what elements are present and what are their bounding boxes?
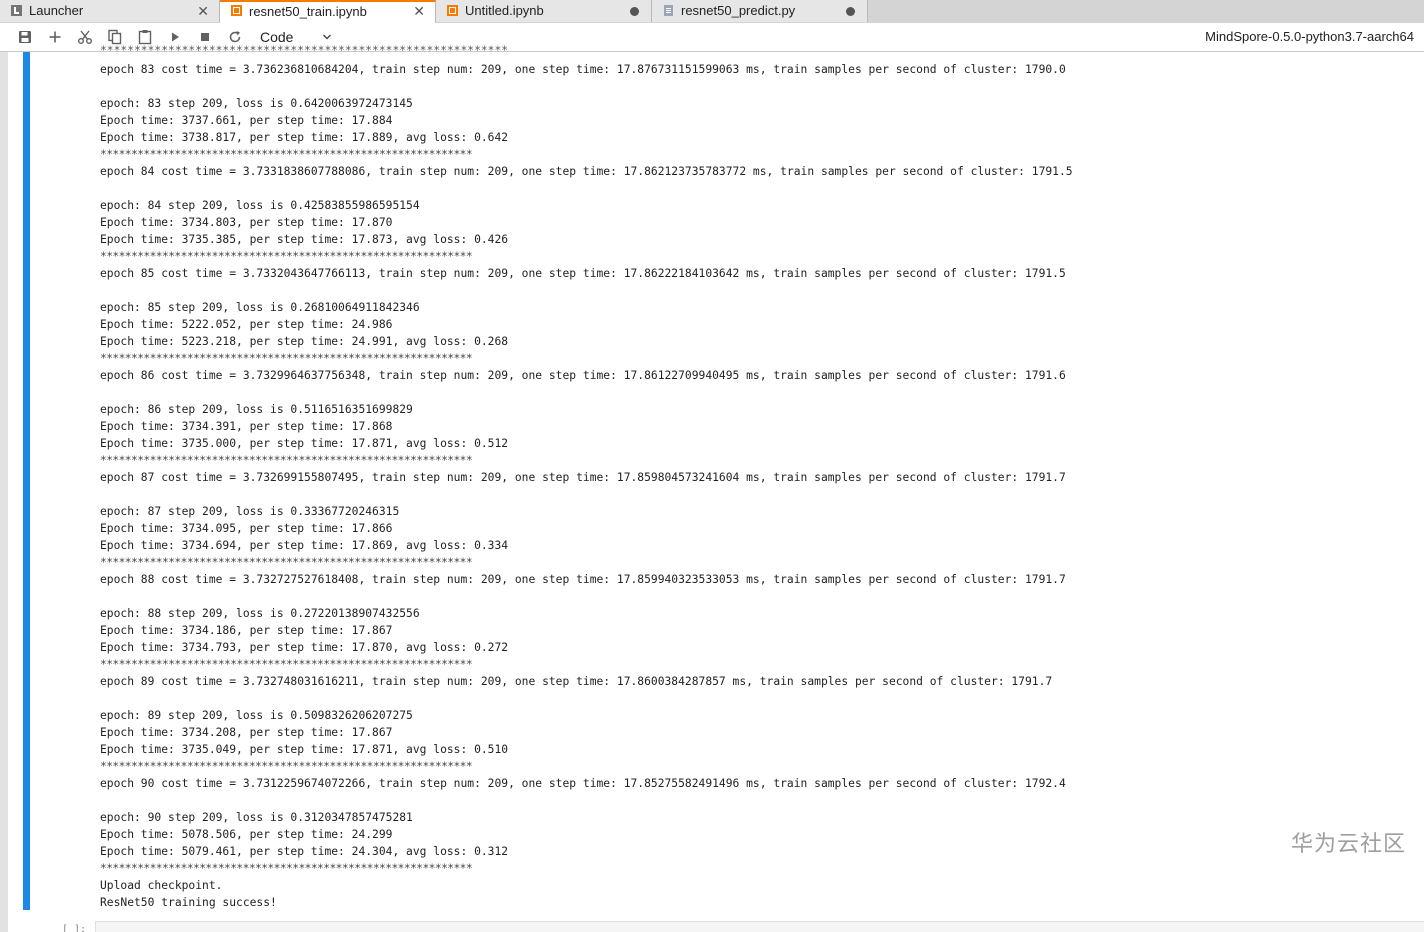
notebook-panel[interactable]: ****************************************… (0, 44, 1424, 932)
cell-output: epoch 83 cost time = 3.736236810684204, … (100, 52, 1280, 912)
output-line: Epoch time: 3735.000, per step time: 17.… (100, 437, 509, 450)
output-line: Epoch time: 3734.208, per step time: 17.… (100, 726, 393, 739)
output-line: Epoch time: 3734.186, per step time: 17.… (100, 624, 393, 637)
tab-resnet50-train[interactable]: resnet50_train.ipynb ✕ (220, 0, 436, 23)
watermark: 华为云社区 (1290, 832, 1406, 857)
active-cell-indicator[interactable] (23, 52, 30, 910)
output-line: epoch 86 cost time = 3.7329964637756348,… (100, 369, 1066, 382)
output-line: Epoch time: 5223.218, per step time: 24.… (100, 335, 509, 348)
tab-label: Untitled.ipynb (465, 3, 544, 18)
output-line: epoch 90 cost time = 3.7312259674072266,… (100, 777, 1066, 790)
output-line: epoch 85 cost time = 3.7332043647766113,… (100, 267, 1066, 280)
output-line: epoch 84 cost time = 3.7331838607788086,… (100, 165, 1073, 178)
output-line: Epoch time: 3734.793, per step time: 17.… (100, 641, 509, 654)
tab-label: resnet50_predict.py (681, 3, 796, 18)
output-line: epoch 89 cost time = 3.732748031616211, … (100, 675, 1053, 688)
output-line: epoch: 87 step 209, loss is 0.3336772024… (100, 505, 400, 518)
output-line: Epoch time: 3735.049, per step time: 17.… (100, 743, 509, 756)
output-line: Epoch time: 5078.506, per step time: 24.… (100, 828, 393, 841)
notebook-icon (231, 5, 242, 16)
output-line: epoch: 85 step 209, loss is 0.2681006491… (100, 301, 420, 314)
save-icon[interactable] (16, 28, 34, 46)
output-line: ****************************************… (100, 862, 473, 875)
next-cell-prompt: [ ]: (62, 924, 87, 932)
launcher-icon (11, 5, 22, 16)
output-line: Epoch time: 3737.661, per step time: 17.… (100, 114, 393, 127)
output-line: epoch 83 cost time = 3.736236810684204, … (100, 63, 1066, 76)
output-line: epoch: 89 step 209, loss is 0.5098326206… (100, 709, 413, 722)
output-line: Epoch time: 5222.052, per step time: 24.… (100, 318, 393, 331)
output-line: Epoch time: 3734.391, per step time: 17.… (100, 420, 393, 433)
output-line: ****************************************… (100, 250, 473, 263)
output-line: ****************************************… (100, 454, 473, 467)
jupyterlab-window: Launcher ✕ resnet50_train.ipynb ✕ Untitl… (0, 0, 1424, 932)
output-line: epoch: 84 step 209, loss is 0.4258385598… (100, 199, 420, 212)
output-line: Epoch time: 3734.694, per step time: 17.… (100, 539, 509, 552)
output-line: ****************************************… (100, 148, 473, 161)
tab-launcher[interactable]: Launcher ✕ (0, 0, 220, 22)
unsaved-dot-icon[interactable] (630, 7, 639, 16)
output-line: Epoch time: 3735.385, per step time: 17.… (100, 233, 509, 246)
output-line: ****************************************… (100, 760, 473, 773)
output-line: ****************************************… (100, 556, 473, 569)
tab-label: resnet50_train.ipynb (249, 4, 367, 19)
add-cell-icon[interactable] (46, 28, 64, 46)
cut-icon[interactable] (76, 28, 94, 46)
tab-bar: Launcher ✕ resnet50_train.ipynb ✕ Untitl… (0, 0, 1424, 23)
output-line: Epoch time: 3738.817, per step time: 17.… (100, 131, 509, 144)
close-icon[interactable]: ✕ (197, 0, 209, 22)
tab-untitled[interactable]: Untitled.ipynb (436, 0, 652, 22)
output-line: ResNet50 training success! (100, 896, 277, 909)
output-line: epoch: 88 step 209, loss is 0.2722013890… (100, 607, 420, 620)
close-icon[interactable]: ✕ (413, 2, 425, 21)
output-line: Epoch time: 3734.095, per step time: 17.… (100, 522, 393, 535)
output-line: epoch: 90 step 209, loss is 0.3120347857… (100, 811, 413, 824)
output-line: ****************************************… (100, 658, 473, 671)
output-line: Epoch time: 5079.461, per step time: 24.… (100, 845, 509, 858)
file-icon (664, 5, 673, 16)
output-line: Epoch time: 3734.803, per step time: 17.… (100, 216, 393, 229)
output-line: epoch 87 cost time = 3.732699155807495, … (100, 471, 1066, 484)
notebook-icon (447, 5, 458, 16)
output-line: Upload checkpoint. (100, 879, 223, 892)
output-line: epoch 88 cost time = 3.732727527618408, … (100, 573, 1066, 586)
kernel-name[interactable]: MindSpore-0.5.0-python3.7-aarch64 (1205, 23, 1414, 51)
output-line: epoch: 86 step 209, loss is 0.5116516351… (100, 403, 413, 416)
tab-resnet50-predict[interactable]: resnet50_predict.py (652, 0, 868, 22)
next-code-cell[interactable] (95, 921, 1424, 932)
output-line: epoch: 83 step 209, loss is 0.6420063972… (100, 97, 413, 110)
tab-label: Launcher (29, 3, 84, 18)
output-line: ****************************************… (100, 352, 473, 365)
unsaved-dot-icon[interactable] (846, 7, 855, 16)
left-sidebar-strip (0, 52, 8, 932)
